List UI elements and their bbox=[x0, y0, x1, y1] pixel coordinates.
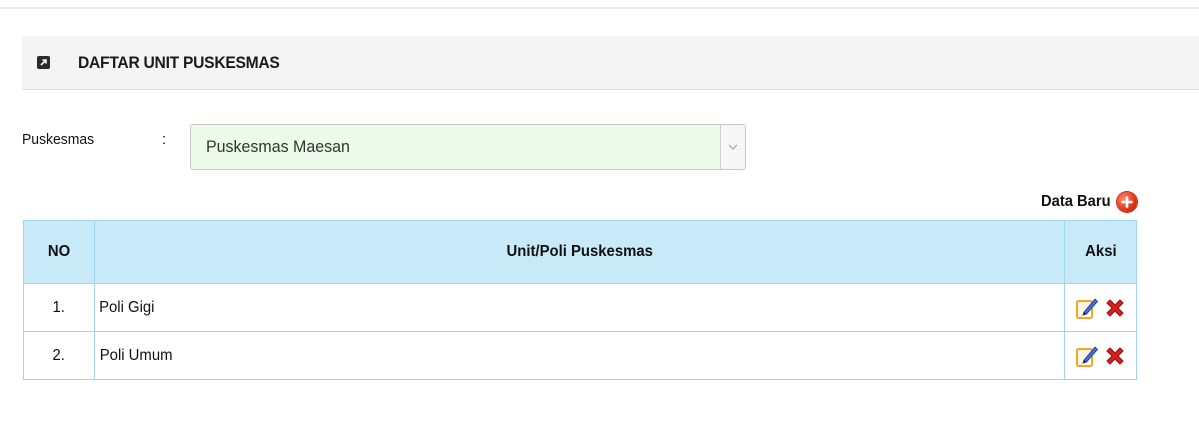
plus-circle-icon[interactable] bbox=[1117, 192, 1137, 212]
puskesmas-select-value: Puskesmas Maesan bbox=[206, 137, 350, 156]
row-number: 1. bbox=[23, 283, 95, 332]
edit-icon[interactable] bbox=[1075, 344, 1099, 368]
chevron-down-icon[interactable] bbox=[720, 125, 745, 169]
row-actions bbox=[1064, 283, 1137, 332]
unit-name: Poli Gigi bbox=[94, 283, 1065, 332]
label-separator: : bbox=[162, 131, 167, 148]
top-divider bbox=[0, 7, 1199, 9]
row-actions bbox=[1064, 331, 1137, 380]
table-header-row: NO Unit/Poli Puskesmas Aksi bbox=[23, 220, 1137, 284]
puskesmas-select[interactable]: Puskesmas Maesan bbox=[190, 124, 746, 170]
table-row: 2. Poli Umum bbox=[23, 331, 1137, 380]
new-data-button[interactable]: Data Baru bbox=[1035, 192, 1137, 212]
edit-icon[interactable] bbox=[1075, 296, 1099, 320]
row-number: 2. bbox=[23, 331, 95, 380]
delete-icon[interactable] bbox=[1103, 296, 1127, 320]
unit-table: NO Unit/Poli Puskesmas Aksi 1. Poli Gigi bbox=[23, 220, 1137, 380]
delete-icon[interactable] bbox=[1103, 344, 1127, 368]
new-data-label: Data Baru bbox=[1041, 193, 1111, 210]
column-header-no: NO bbox=[23, 220, 95, 284]
column-header-unit: Unit/Poli Puskesmas bbox=[94, 220, 1065, 284]
puskesmas-label: Puskesmas bbox=[22, 131, 95, 148]
column-header-aksi: Aksi bbox=[1064, 220, 1137, 284]
table-row: 1. Poli Gigi bbox=[23, 283, 1137, 332]
external-link-icon bbox=[37, 56, 50, 69]
panel-header: DAFTAR UNIT PUSKESMAS bbox=[22, 36, 1199, 90]
unit-name: Poli Umum bbox=[94, 331, 1065, 380]
page-title: DAFTAR UNIT PUSKESMAS bbox=[78, 52, 280, 72]
